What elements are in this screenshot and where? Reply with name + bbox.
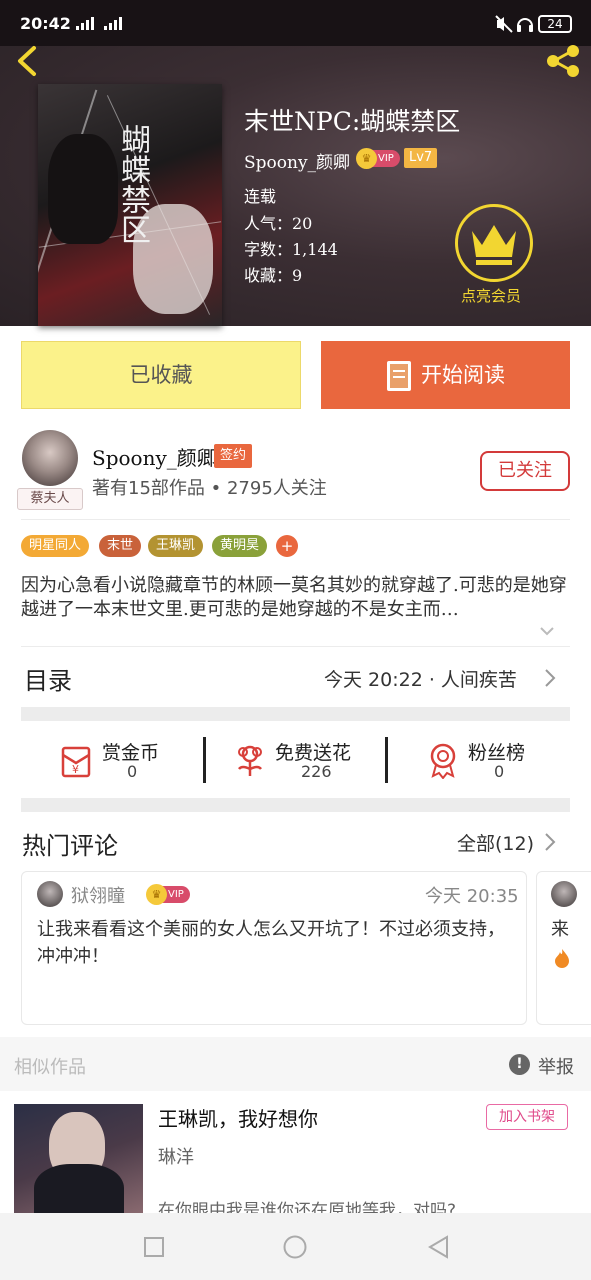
commenter-avatar[interactable] xyxy=(37,881,63,907)
book-popularity: 人气：20 xyxy=(244,214,313,233)
book-title: 末世NPC:蝴蝶禁区 xyxy=(244,107,461,136)
start-reading-button[interactable]: 开始阅读 xyxy=(321,341,570,409)
fire-emoji-icon xyxy=(555,949,569,968)
svg-text:¥: ¥ xyxy=(72,763,79,776)
medal-icon xyxy=(430,743,456,779)
headphones-icon xyxy=(517,18,533,32)
hot-comments-title: 热门评论 xyxy=(22,832,118,860)
stat-value: 226 xyxy=(301,762,332,781)
report-icon[interactable]: ! xyxy=(509,1054,530,1075)
crown-icon: ♛ xyxy=(356,148,377,169)
cover-title-art: 蝴蝶禁区 xyxy=(115,124,150,244)
commenter-name[interactable]: 狱翎瞳 xyxy=(71,882,125,908)
divider xyxy=(385,737,388,783)
red-envelope-icon: ¥ xyxy=(61,746,91,778)
similar-book-title[interactable]: 王琳凯，我好想你 xyxy=(158,1103,318,1132)
book-status: 连载 xyxy=(244,187,277,206)
signal-4g-icon xyxy=(76,16,94,30)
book-cover-image[interactable]: 蝴蝶禁区 xyxy=(38,84,222,326)
add-to-shelf-button[interactable]: 加入书架 xyxy=(486,1104,568,1130)
tag-item[interactable]: 明星同人 xyxy=(21,535,90,557)
stat-label: 赏金币 xyxy=(102,742,160,764)
comment-time: 今天 20:35 xyxy=(425,886,519,907)
stat-value: 0 xyxy=(494,762,505,781)
status-time: 20:42 xyxy=(20,14,71,33)
favorited-button[interactable]: 已收藏 xyxy=(21,341,301,409)
stat-label: 免费送花 xyxy=(275,742,352,764)
tag-item[interactable]: 王琳凯 xyxy=(148,535,204,557)
report-button[interactable]: 举报 xyxy=(538,1053,574,1079)
comment-card[interactable]: 狱翎瞳 ♛ VIP 今天 20:35 让我来看看这个美丽的女人怎么又开坑了！不过… xyxy=(21,871,527,1025)
book-author[interactable]: Spoony_颜卿 xyxy=(244,148,350,173)
back-arrow-icon[interactable] xyxy=(12,44,42,78)
book-word-count: 字数：1,144 xyxy=(244,240,338,259)
catalog-title[interactable]: 目录 xyxy=(24,661,72,696)
follow-button[interactable]: 已关注 xyxy=(480,451,570,491)
comment-text: 来 xyxy=(551,919,569,940)
comment-card[interactable]: 来 xyxy=(536,871,591,1025)
free-flower-button[interactable]: 免费送花 226 xyxy=(234,741,374,789)
similar-book-author: 琳洋 xyxy=(158,1147,194,1168)
system-nav-bar xyxy=(0,1213,591,1280)
start-reading-label: 开始阅读 xyxy=(421,363,505,387)
tag-item[interactable]: 末世 xyxy=(99,535,142,557)
divider xyxy=(203,737,206,783)
similar-book-cover[interactable] xyxy=(14,1104,143,1214)
recent-apps-icon[interactable] xyxy=(144,1237,164,1257)
fan-ranking-button[interactable]: 粉丝榜 0 xyxy=(427,741,547,789)
tag-item[interactable]: 黄明昊 xyxy=(212,535,268,557)
avatar-tag: 蔡夫人 xyxy=(17,488,83,510)
similar-header xyxy=(0,1037,591,1091)
tag-more-button[interactable]: + xyxy=(276,535,298,557)
chevron-right-icon[interactable] xyxy=(544,832,556,852)
section-separator xyxy=(21,707,570,721)
stat-label: 粉丝榜 xyxy=(468,742,526,764)
vip-promo-label[interactable]: 点亮会员 xyxy=(461,285,521,306)
book-favorites: 收藏：9 xyxy=(244,266,303,285)
vip-badge: ♛ VIP xyxy=(356,148,400,169)
signed-badge: 签约 xyxy=(214,444,253,468)
crown-icon: ♛ xyxy=(146,884,167,905)
author-name[interactable]: Spoony_颜卿 xyxy=(92,442,217,471)
reward-coins-button[interactable]: ¥ 赏金币 0 xyxy=(60,741,190,789)
book-synopsis[interactable]: 因为心急看小说隐藏章节的林顾一莫名其妙的就穿越了.可悲的是她穿越进了一本末世文里… xyxy=(21,574,570,622)
flower-icon xyxy=(238,745,262,776)
vip-badge: ♛ VIP xyxy=(146,884,190,905)
book-icon xyxy=(387,361,411,391)
chevron-down-icon[interactable] xyxy=(538,622,556,640)
level-badge: Lv7 xyxy=(404,148,438,168)
divider xyxy=(21,519,570,520)
chevron-right-icon[interactable] xyxy=(544,668,556,688)
mute-icon xyxy=(495,15,513,33)
commenter-avatar[interactable] xyxy=(551,881,577,907)
catalog-latest-chapter[interactable]: 今天 20:22 · 人间疾苦 xyxy=(324,665,517,692)
battery-indicator: 24 xyxy=(538,15,572,33)
share-icon[interactable] xyxy=(544,44,582,78)
stat-value: 0 xyxy=(127,762,138,781)
home-icon[interactable] xyxy=(283,1235,307,1259)
crown-icon xyxy=(472,225,516,265)
similar-works-label: 相似作品 xyxy=(14,1057,86,1078)
author-avatar[interactable] xyxy=(22,430,78,486)
author-summary: 著有15部作品 • 2795人关注 xyxy=(92,478,327,499)
vip-promo-button[interactable] xyxy=(455,204,533,282)
comment-text: 让我来看看这个美丽的女人怎么又开坑了！不过必须支持，冲冲冲！ xyxy=(37,919,505,967)
back-nav-icon[interactable] xyxy=(427,1235,449,1259)
all-comments-link[interactable]: 全部(12) xyxy=(457,829,534,856)
divider xyxy=(21,646,570,647)
section-separator xyxy=(21,798,570,812)
status-bar: 20:42 24 xyxy=(0,0,591,46)
signal-2g-icon xyxy=(104,16,122,30)
